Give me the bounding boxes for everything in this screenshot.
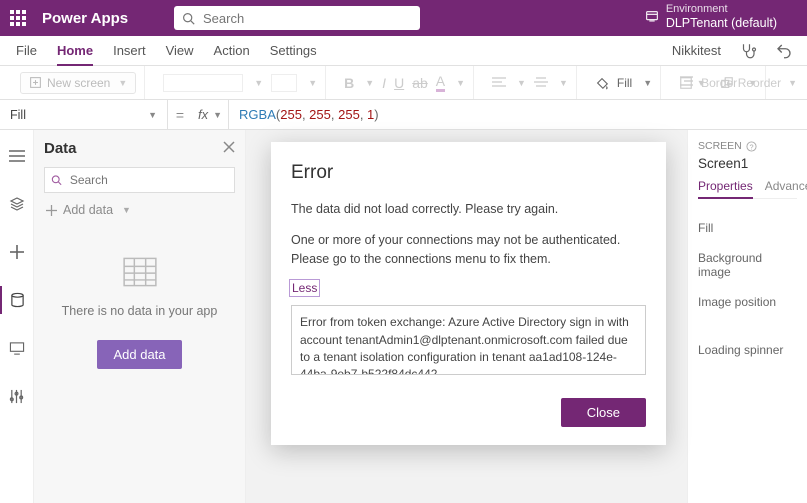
dialog-title: Error xyxy=(291,162,646,184)
modal-overlay: Error The data did not load correctly. P… xyxy=(0,0,807,503)
dialog-line-1: The data did not load correctly. Please … xyxy=(291,200,646,219)
dialog-detail-text[interactable] xyxy=(291,305,646,375)
dialog-less-toggle[interactable]: Less xyxy=(291,281,318,295)
dialog-line-2: One or more of your connections may not … xyxy=(291,231,646,269)
error-dialog: Error The data did not load correctly. P… xyxy=(271,142,666,445)
dialog-close-button[interactable]: Close xyxy=(561,398,646,427)
